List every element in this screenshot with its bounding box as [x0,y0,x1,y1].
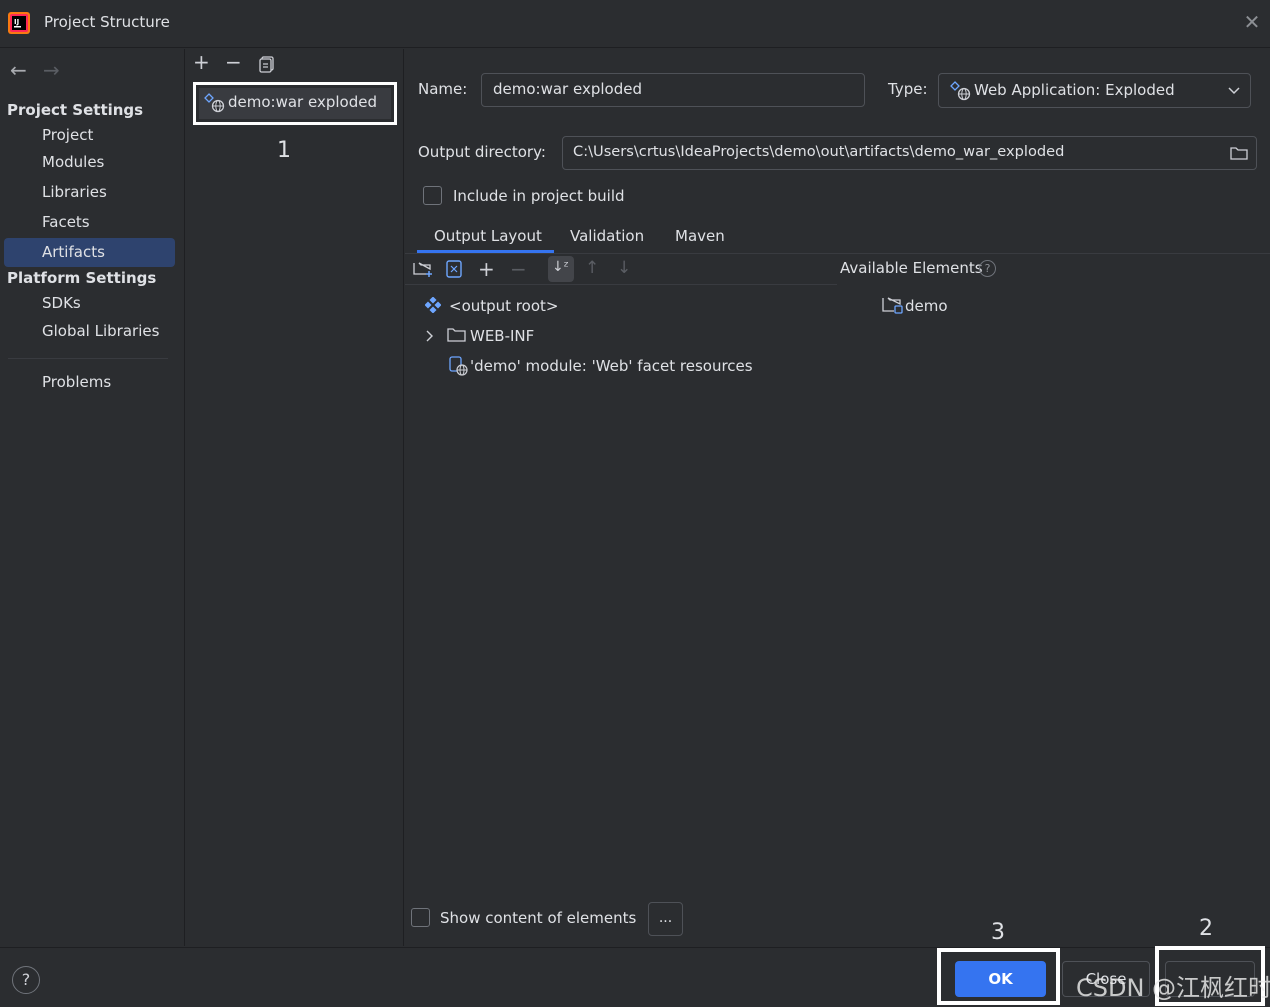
web-artifact-icon [204,93,225,113]
add-module-output-icon[interactable] [446,260,462,278]
module-folder-icon [882,297,903,314]
project-settings-heading: Project Settings [7,101,144,119]
remove-element-icon[interactable]: − [510,257,527,281]
web-facet-resources-icon [449,356,468,376]
name-field-value: demo:war exploded [493,80,642,98]
show-content-checkbox[interactable] [411,908,430,927]
move-down-icon[interactable]: ↓ [617,258,631,278]
annotation-number-3: 3 [991,920,1005,945]
name-field[interactable]: demo:war exploded [481,73,865,107]
output-root-icon [425,297,441,313]
tree-item-output-root[interactable]: <output root> [449,297,558,315]
add-artifact-icon[interactable]: + [193,50,210,74]
tree-item-web-facet-resources[interactable]: 'demo' module: 'Web' facet resources [470,357,753,375]
tree-item-web-inf[interactable]: WEB-INF [470,327,534,345]
sidebar-divider [8,358,168,359]
platform-settings-heading: Platform Settings [7,269,157,287]
include-in-build-checkbox[interactable] [423,186,442,205]
remove-artifact-icon[interactable]: − [225,50,242,74]
web-artifact-icon [950,81,971,101]
output-directory-field[interactable]: C:\Users\crtus\IdeaProjects\demo\out\art… [562,136,1257,170]
include-in-build-label: Include in project build [453,187,625,205]
back-arrow-icon[interactable]: ← [10,58,27,82]
sidebar-item-project[interactable]: Project [42,126,93,144]
add-element-icon[interactable]: + [478,257,495,281]
forward-arrow-icon[interactable]: → [43,58,60,82]
artifact-list-item-label: demo:war exploded [228,93,377,111]
sidebar-item-modules[interactable]: Modules [42,153,104,171]
sidebar-item-problems[interactable]: Problems [42,373,111,391]
move-up-icon[interactable]: ↑ [585,258,599,278]
tab-output-layout[interactable]: Output Layout [434,227,542,245]
available-element-demo[interactable]: demo [905,297,948,315]
sidebar-item-global-libraries[interactable]: Global Libraries [42,322,159,340]
chevron-right-icon[interactable] [425,330,435,342]
help-button[interactable]: ? [12,966,40,994]
type-dropdown-value: Web Application: Exploded [974,81,1175,99]
artifacts-list-panel [186,49,404,946]
tab-maven[interactable]: Maven [675,227,725,245]
show-content-label: Show content of elements [440,909,637,927]
annotation-number-2: 2 [1199,916,1213,941]
window-title: Project Structure [44,13,170,31]
sidebar-item-libraries[interactable]: Libraries [42,183,107,201]
tab-validation[interactable]: Validation [570,227,644,245]
svg-text:IJ: IJ [14,18,19,26]
new-directory-icon[interactable] [413,260,433,278]
artifact-details-panel [405,49,1270,946]
layout-toolbar-divider [405,284,837,285]
title-bar [0,0,1270,48]
help-circle-icon[interactable]: ? [979,260,996,277]
available-elements-label: Available Elements [840,259,983,277]
name-label: Name: [418,80,468,98]
intellij-app-icon: IJ [8,12,30,34]
sort-alphabetically-icon[interactable]: ↓ᶻ [552,259,569,275]
annotation-number-1: 1 [277,138,291,163]
type-label: Type: [888,80,928,98]
tabs-divider [405,253,1270,254]
ok-button[interactable]: OK [955,961,1046,997]
show-content-options-button[interactable]: ... [648,902,683,936]
output-directory-label: Output directory: [418,143,546,161]
sidebar-item-facets[interactable]: Facets [42,213,90,231]
folder-icon [447,328,466,342]
copy-artifact-icon[interactable] [259,56,275,73]
sidebar-item-artifacts[interactable]: Artifacts [42,243,105,261]
close-window-icon[interactable]: ✕ [1240,10,1264,34]
sidebar-item-sdks[interactable]: SDKs [42,294,81,312]
chevron-down-icon [1228,87,1240,95]
browse-folder-icon[interactable] [1230,145,1248,161]
csdn-watermark: CSDN @江枫红时 [1076,974,1270,1002]
type-dropdown[interactable]: Web Application: Exploded [938,73,1251,108]
output-directory-value: C:\Users\crtus\IdeaProjects\demo\out\art… [573,143,1065,160]
